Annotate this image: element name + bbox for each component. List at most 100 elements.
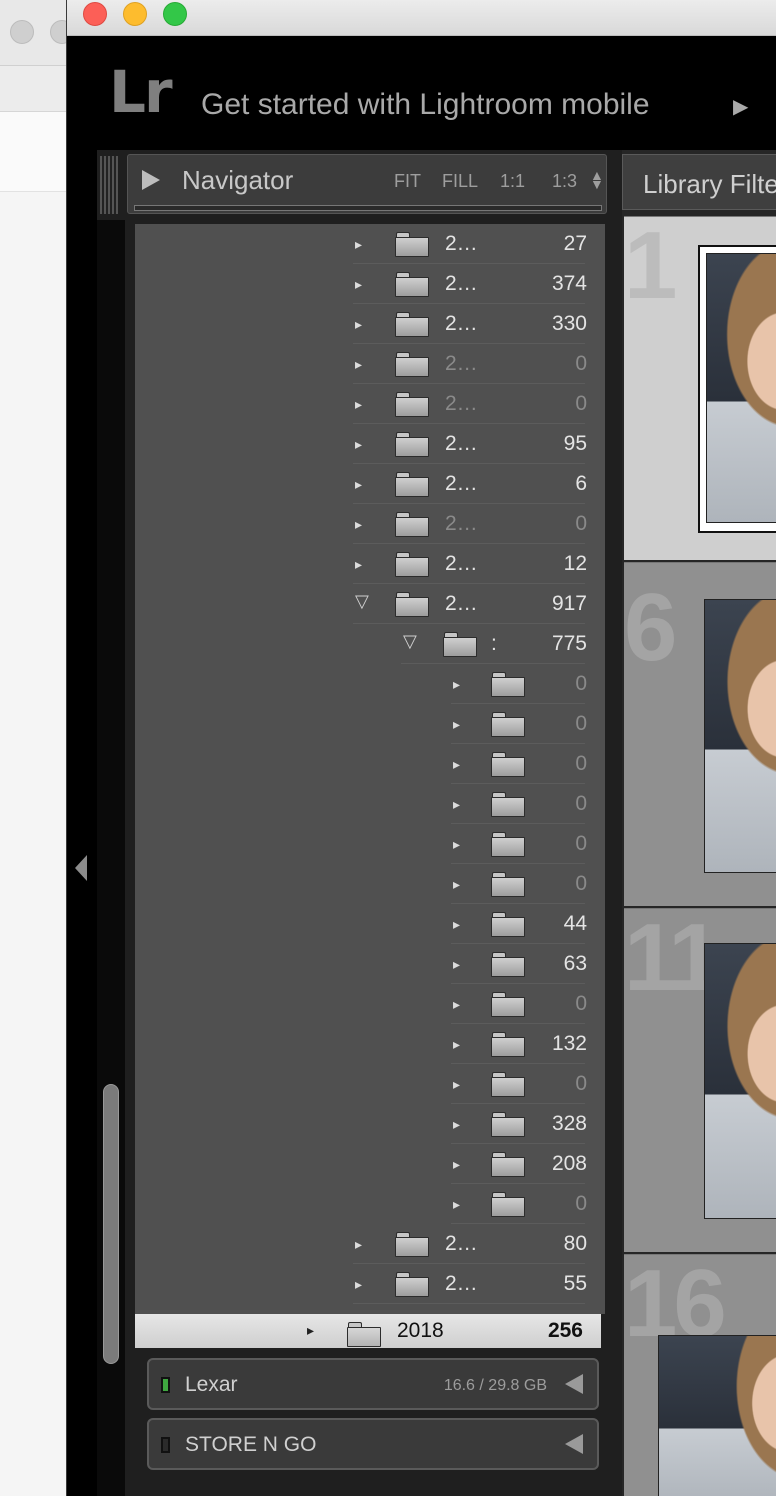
collapsed-triangle-icon[interactable]: ▸	[453, 676, 460, 692]
identity-plate: Lr Get started with Lightroom mobile ▶	[67, 36, 776, 150]
volume-lexar[interactable]: Lexar 16.6 / 29.8 GB	[147, 1358, 599, 1410]
grid-cell[interactable]: 1	[624, 212, 776, 560]
folder-icon	[395, 472, 429, 497]
grid-cell[interactable]: 6	[624, 562, 776, 906]
folder-row[interactable]: ▸ 2… 95	[135, 424, 605, 464]
expanded-triangle-icon[interactable]: ▽	[403, 632, 417, 650]
library-filter-bar[interactable]: Library Filter	[622, 154, 776, 210]
close-button[interactable]	[83, 2, 107, 26]
folder-count: 0	[575, 512, 587, 535]
photo-thumbnail[interactable]	[706, 253, 776, 523]
folder-icon	[491, 1112, 525, 1137]
folder-icon	[491, 752, 525, 777]
folder-row[interactable]: ▸ 2… 27	[135, 224, 605, 264]
zoom-1-1[interactable]: 1:1	[500, 171, 525, 192]
collapsed-triangle-icon[interactable]: ▸	[355, 436, 362, 452]
folder-row[interactable]: ▸ 0	[135, 1184, 605, 1224]
folder-count: 132	[551, 1032, 587, 1055]
folder-row[interactable]: ▸ 0	[135, 744, 605, 784]
collapse-left-panel-icon[interactable]	[75, 855, 87, 881]
folder-row[interactable]: ▸ 2… 330	[135, 304, 605, 344]
folder-row[interactable]: ▸ 0	[135, 704, 605, 744]
volume-toggle-icon[interactable]	[565, 1374, 583, 1394]
collapsed-triangle-icon[interactable]: ▸	[453, 1196, 460, 1212]
left-panel: Navigator FIT FILL 1:1 1:3 ▲ ▼ ▸ 2… 27 ▸ 2… 37…	[97, 150, 622, 1496]
cell-index: 6	[624, 574, 677, 681]
scrollbar-thumb[interactable]	[103, 1084, 119, 1364]
collapsed-triangle-icon[interactable]: ▸	[355, 1236, 362, 1252]
folder-row[interactable]: ▽: 775	[135, 624, 605, 664]
mobile-arrow-icon[interactable]: ▶	[733, 94, 748, 119]
collapsed-triangle-icon[interactable]: ▸	[355, 396, 362, 412]
photo-thumbnail[interactable]	[704, 943, 776, 1219]
collapsed-triangle-icon[interactable]: ▸	[355, 276, 362, 292]
collapsed-triangle-icon[interactable]: ▸	[453, 756, 460, 772]
background-close-button[interactable]	[10, 20, 34, 44]
volume-store-n-go[interactable]: STORE N GO	[147, 1418, 599, 1470]
folder-row[interactable]: ▸ 328	[135, 1104, 605, 1144]
collapsed-triangle-icon[interactable]: ▸	[355, 556, 362, 572]
collapsed-triangle-icon[interactable]: ▸	[453, 876, 460, 892]
folder-row[interactable]: ▸ 2… 80	[135, 1224, 605, 1264]
zoom-1-3[interactable]: 1:3	[552, 171, 577, 192]
collapsed-triangle-icon[interactable]: ▸	[355, 356, 362, 372]
grid-cell[interactable]: 16	[624, 1250, 776, 1496]
collapsed-triangle-icon[interactable]: ▸	[355, 476, 362, 492]
selected-folder-row[interactable]: ▸ 2018 256	[135, 1314, 601, 1348]
folder-row[interactable]: ▸ 63	[135, 944, 605, 984]
folder-icon	[491, 712, 525, 737]
folder-row[interactable]: ▽ 2… 917	[135, 584, 605, 624]
photo-thumbnail[interactable]	[658, 1335, 776, 1496]
folder-row[interactable]: ▸ 0	[135, 1064, 605, 1104]
folder-row[interactable]: ▸ 132	[135, 1024, 605, 1064]
navigator-header[interactable]: Navigator FIT FILL 1:1 1:3 ▲ ▼	[127, 154, 607, 214]
folder-row[interactable]: ▸ 2… 6	[135, 464, 605, 504]
panel-resize-grip[interactable]	[100, 156, 118, 214]
collapsed-triangle-icon[interactable]: ▸	[453, 716, 460, 732]
maximize-button[interactable]	[163, 2, 187, 26]
folder-count: 0	[575, 792, 587, 815]
folder-row[interactable]: ▸ 208	[135, 1144, 605, 1184]
folder-row[interactable]: ▸ 2… 55	[135, 1264, 605, 1304]
lightroom-mobile-link[interactable]: Get started with Lightroom mobile	[201, 88, 650, 122]
collapsed-triangle-icon[interactable]: ▸	[307, 1322, 314, 1338]
folder-row[interactable]: ▸ 2… 0	[135, 384, 605, 424]
expanded-triangle-icon[interactable]: ▽	[355, 592, 369, 610]
left-panel-scrollbar[interactable]	[97, 220, 125, 1496]
collapsed-triangle-icon[interactable]: ▸	[355, 1276, 362, 1292]
collapsed-triangle-icon[interactable]: ▸	[453, 996, 460, 1012]
folder-row[interactable]: ▸ 0	[135, 784, 605, 824]
collapsed-triangle-icon[interactable]: ▸	[453, 1036, 460, 1052]
minimize-button[interactable]	[123, 2, 147, 26]
folder-name: 2…	[445, 432, 478, 455]
zoom-fit[interactable]: FIT	[394, 171, 421, 192]
collapsed-triangle-icon[interactable]: ▸	[355, 236, 362, 252]
folder-row[interactable]: ▸ 2… 0	[135, 504, 605, 544]
collapsed-triangle-icon[interactable]: ▸	[453, 836, 460, 852]
collapsed-triangle-icon[interactable]: ▸	[453, 1076, 460, 1092]
folder-row[interactable]: ▸ 2… 374	[135, 264, 605, 304]
navigator-expand-icon[interactable]	[142, 170, 160, 190]
collapsed-triangle-icon[interactable]: ▸	[355, 516, 362, 532]
photo-thumbnail[interactable]	[704, 599, 776, 873]
grid-cell[interactable]: 11	[624, 904, 776, 1252]
collapsed-triangle-icon[interactable]: ▸	[453, 1116, 460, 1132]
folder-row[interactable]: ▸ 0	[135, 664, 605, 704]
collapsed-triangle-icon[interactable]: ▸	[355, 316, 362, 332]
folder-row[interactable]: ▸ 2… 0	[135, 344, 605, 384]
folder-name: 2…	[445, 1272, 478, 1295]
folder-row[interactable]: ▸ 0	[135, 864, 605, 904]
folder-row[interactable]: ▸ 44	[135, 904, 605, 944]
folder-name: 2…	[445, 472, 478, 495]
folder-row[interactable]: ▸ 2… 12	[135, 544, 605, 584]
zoom-updown-icon[interactable]: ▲ ▼	[590, 168, 604, 191]
window-titlebar[interactable]	[67, 0, 776, 36]
folder-row[interactable]: ▸ 0	[135, 824, 605, 864]
folder-row[interactable]: ▸ 0	[135, 984, 605, 1024]
collapsed-triangle-icon[interactable]: ▸	[453, 1156, 460, 1172]
collapsed-triangle-icon[interactable]: ▸	[453, 956, 460, 972]
collapsed-triangle-icon[interactable]: ▸	[453, 796, 460, 812]
volume-toggle-icon[interactable]	[565, 1434, 583, 1454]
collapsed-triangle-icon[interactable]: ▸	[453, 916, 460, 932]
zoom-fill[interactable]: FILL	[442, 171, 478, 192]
